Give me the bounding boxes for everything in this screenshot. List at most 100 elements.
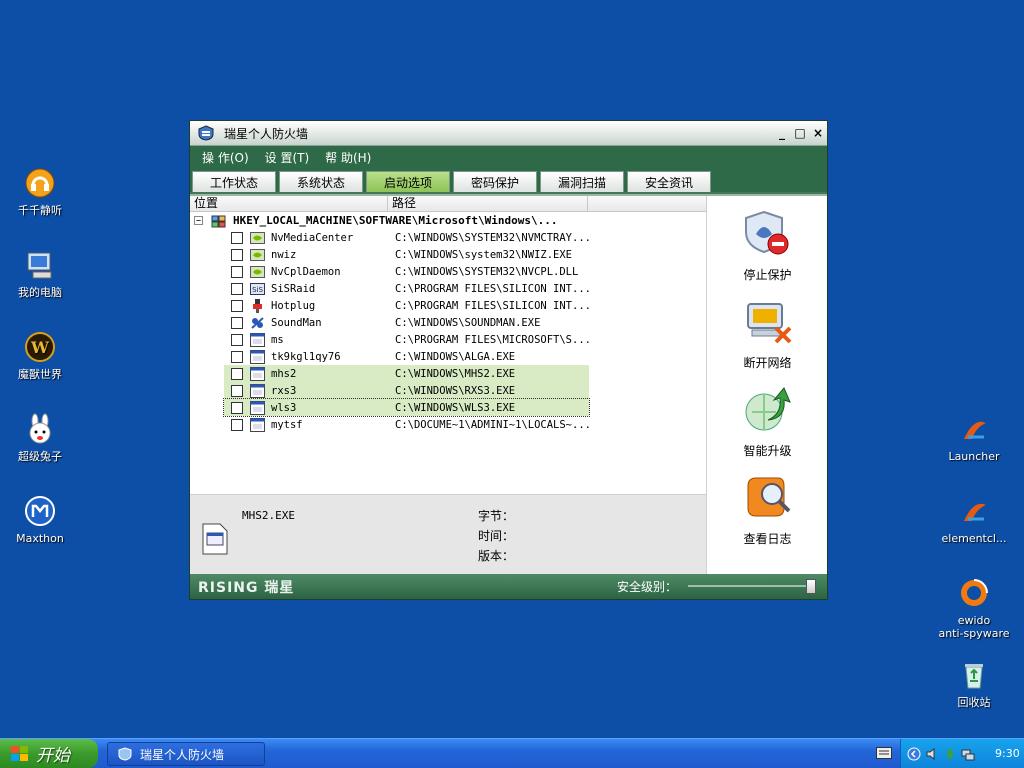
- svg-text:SiS: SiS: [252, 286, 263, 294]
- security-level-slider-handle[interactable]: [806, 579, 816, 594]
- row-checkbox[interactable]: [231, 418, 243, 431]
- disconnect-network-button[interactable]: 断开网络: [707, 294, 828, 371]
- stop-protection-icon: [740, 206, 796, 262]
- desktop-icon-launcher[interactable]: Launcher: [934, 412, 1014, 463]
- desktop-icon-label: 我的电脑: [18, 286, 62, 299]
- exe-file-icon: [202, 523, 228, 555]
- svg-text:W: W: [30, 338, 50, 357]
- keyboard-icon[interactable]: [876, 747, 892, 759]
- table-row[interactable]: wls3 C:\WINDOWS\WLS3.EXE: [190, 398, 706, 417]
- tab-system-status[interactable]: 系统状态: [279, 171, 363, 192]
- row-checkbox[interactable]: [231, 231, 243, 244]
- row-checkbox[interactable]: [231, 367, 243, 380]
- smart-upgrade-button[interactable]: 智能升级: [707, 382, 828, 459]
- taskbar: 开始 瑞星个人防火墙 9:30: [0, 738, 1024, 768]
- table-row[interactable]: Hotplug C:\PROGRAM FILES\SILICON INT...: [190, 297, 706, 314]
- firewall-app-icon: [198, 125, 214, 141]
- collapse-icon[interactable]: −: [194, 216, 203, 225]
- speaker-icon[interactable]: [925, 747, 939, 761]
- desktop-icon-label: Maxthon: [16, 532, 64, 545]
- menu-operate[interactable]: 操 作(O): [202, 149, 249, 166]
- row-name: mhs2: [271, 367, 297, 380]
- sis-icon: SiS: [250, 282, 265, 296]
- tray-expand-icon[interactable]: [907, 747, 921, 761]
- window-title: 瑞星个人防火墙: [224, 126, 309, 141]
- table-row[interactable]: rxs3 C:\WINDOWS\RXS3.EXE: [190, 382, 706, 399]
- row-checkbox[interactable]: [231, 350, 243, 363]
- row-name: SiSRaid: [271, 282, 316, 295]
- tab-password-protection[interactable]: 密码保护: [453, 171, 537, 192]
- sound-icon: [250, 316, 265, 330]
- row-name: mytsf: [271, 418, 303, 431]
- title-bar[interactable]: 瑞星个人防火墙 _ □ ×: [190, 121, 827, 146]
- taskbar-item-firewall[interactable]: 瑞星个人防火墙: [107, 742, 265, 766]
- rising-tray-icon[interactable]: [943, 747, 957, 761]
- content-area: 位置 路径 − HKEY_LOCAL_MACHINE\SOFTWARE\Micr…: [190, 194, 828, 576]
- row-path: C:\WINDOWS\system32\NWIZ.EXE: [395, 248, 573, 261]
- firewall-window: 瑞星个人防火墙 _ □ × 操 作(O) 设 置(T) 帮 助(H) 工作状态 …: [189, 120, 828, 600]
- row-checkbox[interactable]: [231, 299, 243, 312]
- desktop-icon-super-rabbit[interactable]: 超级兔子: [0, 412, 80, 463]
- column-location[interactable]: 位置: [190, 196, 388, 211]
- table-row[interactable]: ms C:\PROGRAM FILES\MICROSOFT\S...: [190, 331, 706, 348]
- menu-settings[interactable]: 设 置(T): [265, 149, 310, 166]
- row-checkbox[interactable]: [231, 265, 243, 278]
- row-path: C:\DOCUME~1\ADMINI~1\LOCALS~...: [395, 418, 591, 431]
- row-checkbox[interactable]: [231, 316, 243, 329]
- security-level-track[interactable]: [688, 585, 816, 587]
- row-path: C:\WINDOWS\SOUNDMAN.EXE: [395, 316, 541, 329]
- stop-protection-button[interactable]: 停止保护: [707, 206, 828, 283]
- menu-bar: 操 作(O) 设 置(T) 帮 助(H): [190, 146, 827, 168]
- desktop-icon-qianqian[interactable]: 千千静听: [0, 166, 80, 217]
- table-row[interactable]: mhs2 C:\WINDOWS\MHS2.EXE: [190, 365, 706, 382]
- tab-bar: 工作状态 系统状态 启动选项 密码保护 漏洞扫描 安全资讯: [190, 168, 827, 192]
- table-row[interactable]: nwiz C:\WINDOWS\system32\NWIZ.EXE: [190, 246, 706, 263]
- row-checkbox[interactable]: [231, 248, 243, 261]
- table-row[interactable]: NvMediaCenter C:\WINDOWS\SYSTEM32\NVMCTRA…: [190, 229, 706, 246]
- row-checkbox[interactable]: [231, 282, 243, 295]
- row-name: SoundMan: [271, 316, 322, 329]
- disconnect-network-icon: [740, 294, 796, 350]
- desktop-icon-my-computer[interactable]: 我的电脑: [0, 248, 80, 299]
- nvidia-icon: [250, 248, 265, 262]
- table-row[interactable]: SiS SiSRaid C:\PROGRAM FILES\SILICON INT..…: [190, 280, 706, 297]
- start-button[interactable]: 开始: [0, 739, 98, 768]
- desktop-icon-ewido[interactable]: ewido anti-spyware: [934, 576, 1014, 640]
- minimize-button[interactable]: _: [773, 124, 791, 142]
- menu-help[interactable]: 帮 助(H): [325, 149, 371, 166]
- tab-security-news[interactable]: 安全资讯: [627, 171, 711, 192]
- desktop-icon-elementclient[interactable]: elementcl...: [934, 494, 1014, 545]
- exe-icon: [250, 400, 265, 415]
- startup-rows: NvMediaCenter C:\WINDOWS\SYSTEM32\NVMCTRA…: [190, 229, 706, 433]
- table-row[interactable]: NvCplDaemon C:\WINDOWS\SYSTEM32\NVCPL.DLL: [190, 263, 706, 280]
- recycle-bin-icon: [957, 658, 991, 692]
- desktop-icon-wow[interactable]: W 魔獸世界: [0, 330, 80, 381]
- desktop-icon-label: 回收站: [957, 696, 991, 709]
- view-log-button[interactable]: 查看日志: [707, 470, 828, 547]
- network-icon[interactable]: [961, 747, 975, 761]
- desktop-icon-maxthon[interactable]: Maxthon: [0, 494, 80, 545]
- desktop-icon-label: Launcher: [948, 450, 1000, 463]
- row-checkbox[interactable]: [231, 384, 243, 397]
- table-row[interactable]: SoundMan C:\WINDOWS\SOUNDMAN.EXE: [190, 314, 706, 331]
- computer-icon: [23, 248, 57, 282]
- column-path[interactable]: 路径: [388, 196, 588, 211]
- maximize-button[interactable]: □: [791, 124, 809, 142]
- firewall-app-icon: [118, 747, 132, 761]
- registry-root-node[interactable]: − HKEY_LOCAL_MACHINE\SOFTWARE\Microsoft\…: [190, 212, 706, 229]
- music-player-icon: [23, 166, 57, 200]
- tab-startup-options[interactable]: 启动选项: [366, 171, 450, 192]
- table-row[interactable]: tk9kgl1qy76 C:\WINDOWS\ALGA.EXE: [190, 348, 706, 365]
- close-button[interactable]: ×: [809, 124, 827, 142]
- row-name: wls3: [271, 401, 297, 414]
- ewido-icon: [957, 576, 991, 610]
- exe-icon: [250, 349, 265, 364]
- smart-upgrade-label: 智能升级: [743, 444, 792, 458]
- desktop-icon-recycle-bin[interactable]: 回收站: [934, 658, 1014, 709]
- column-header: 位置 路径: [190, 196, 706, 212]
- row-checkbox[interactable]: [231, 333, 243, 346]
- tab-vulnerability-scan[interactable]: 漏洞扫描: [540, 171, 624, 192]
- row-checkbox[interactable]: [231, 401, 243, 414]
- tab-work-status[interactable]: 工作状态: [192, 171, 276, 192]
- table-row[interactable]: mytsf C:\DOCUME~1\ADMINI~1\LOCALS~...: [190, 416, 706, 433]
